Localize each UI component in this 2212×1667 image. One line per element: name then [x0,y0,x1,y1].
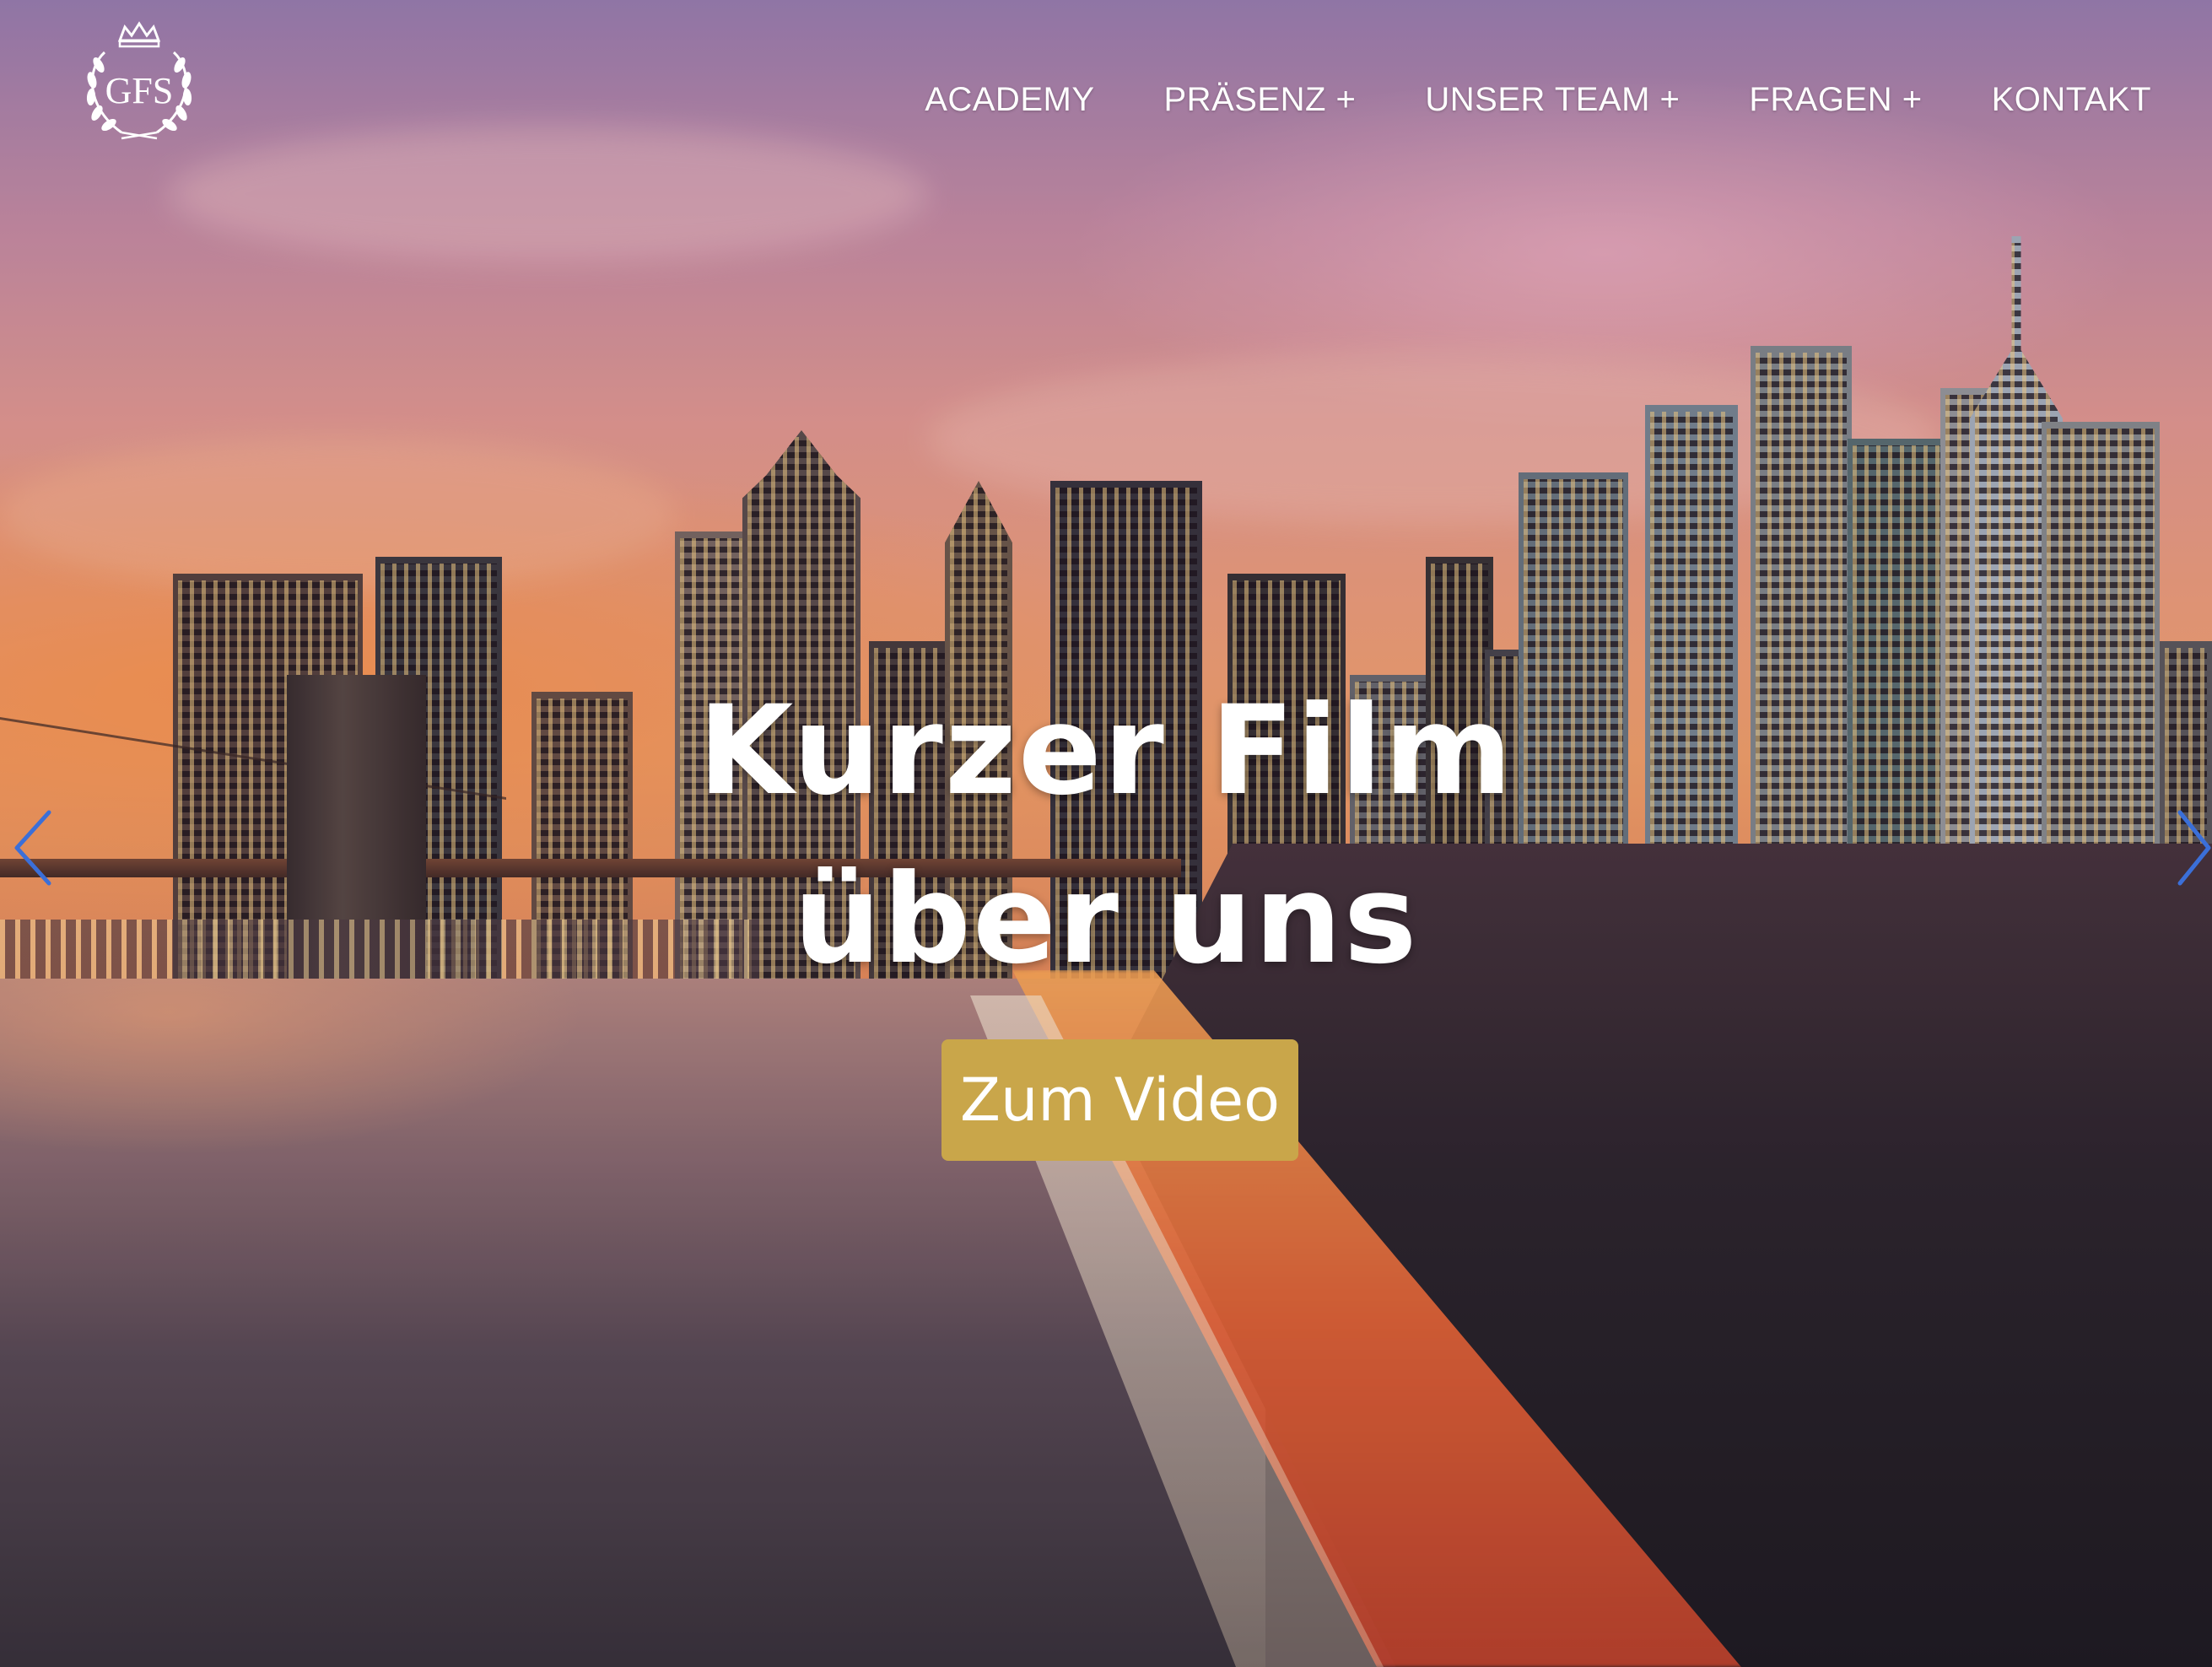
chevron-left-icon [14,810,51,886]
logo-link[interactable]: GFS [71,19,208,147]
crown-laurel-logo-icon: GFS [86,21,192,140]
nav-item-praesenz[interactable]: PRÄSENZ + [1164,81,1357,119]
watch-video-button[interactable]: Zum Video [941,1039,1298,1161]
nav-item-unser-team[interactable]: UNSER TEAM + [1425,81,1680,119]
logo-text: GFS [105,70,174,111]
carousel-prev-button[interactable] [8,806,59,890]
hero-headline-line-1: Kurzer Film [698,679,1514,823]
carousel-next-button[interactable] [2175,806,2212,890]
nav-item-academy[interactable]: ACADEMY [925,81,1094,119]
chevron-right-icon [2177,810,2211,886]
hero-headline: Kurzer Film über uns [684,666,1528,1004]
nav-item-fragen[interactable]: FRAGEN + [1749,81,1922,119]
nav-item-kontakt[interactable]: KONTAKT [1992,81,2151,119]
main-navigation: ACADEMY PRÄSENZ + UNSER TEAM + FRAGEN + … [855,81,2151,119]
hero-headline-line-2: über uns [793,848,1419,991]
